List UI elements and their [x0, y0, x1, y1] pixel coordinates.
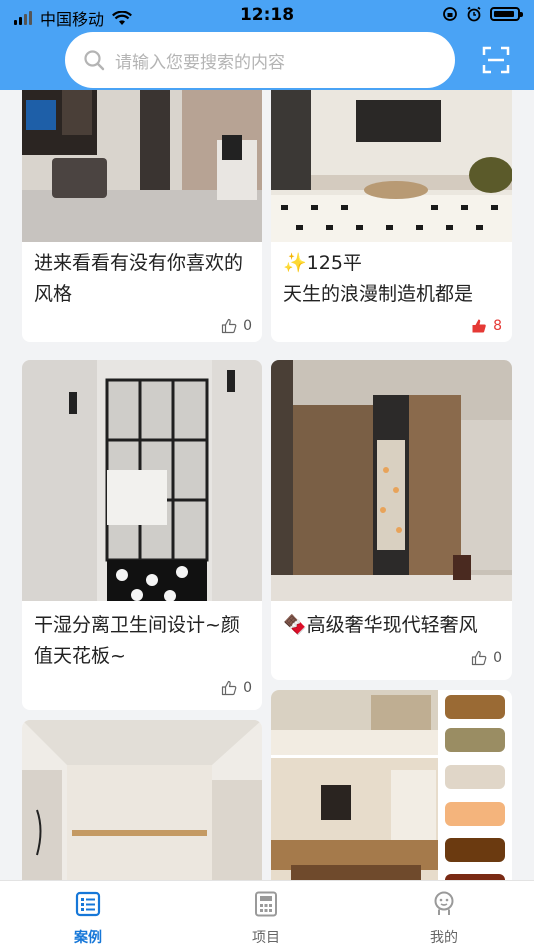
status-bar: 中国移动 12:18 [0, 0, 534, 30]
thumbs-up-icon [221, 680, 237, 696]
case-image [22, 360, 262, 601]
like-count: 0 [243, 318, 252, 334]
header: 中国移动 12:18 请输入您要搜索的内容 [0, 0, 534, 90]
search-placeholder: 请输入您要搜索的内容 [115, 52, 285, 73]
case-title: 干湿分离卫生间设计~颜值天花板~ [34, 614, 240, 667]
search-bar[interactable]: 请输入您要搜索的内容 [65, 32, 455, 88]
case-card[interactable]: 🍫高级奢华现代轻奢风 0 [271, 360, 512, 680]
tab-label: 案例 [74, 930, 102, 946]
user-icon [434, 891, 454, 915]
like-count: 8 [493, 318, 502, 334]
thumbs-up-icon [221, 318, 237, 334]
calculator-icon [255, 891, 277, 917]
color-swatch [445, 802, 505, 826]
case-image [22, 720, 262, 880]
case-title: 🍫高级奢华现代轻奢风 [283, 614, 478, 636]
case-card[interactable]: ✨125平 天生的浪漫制造机都是 8 [271, 90, 512, 342]
case-image [22, 90, 262, 242]
color-swatch [445, 838, 505, 862]
color-swatch [445, 695, 505, 719]
case-feed[interactable]: 进来看看有没有你喜欢的风格 0 ✨125平 天生的浪漫制造机都是 8 干湿分离卫… [0, 90, 534, 880]
alarm-icon [467, 6, 481, 22]
like-button[interactable]: 8 [471, 318, 502, 334]
like-button[interactable]: 0 [221, 318, 252, 334]
search-icon [84, 50, 105, 71]
case-card[interactable] [22, 720, 262, 880]
case-image [271, 90, 512, 242]
tab-label: 我的 [430, 930, 458, 946]
color-swatch [445, 765, 505, 789]
like-count: 0 [243, 680, 252, 696]
case-image [271, 360, 512, 601]
tab-mine[interactable]: 我的 [399, 891, 489, 947]
like-button[interactable]: 0 [221, 680, 252, 696]
scan-icon[interactable] [482, 46, 510, 74]
case-title: 进来看看有没有你喜欢的风格 [34, 252, 244, 305]
case-card[interactable]: 进来看看有没有你喜欢的风格 0 [22, 90, 262, 342]
case-card[interactable]: 干湿分离卫生间设计~颜值天花板~ 0 [22, 360, 262, 710]
like-button[interactable]: 0 [471, 650, 502, 666]
case-title: ✨125平 天生的浪漫制造机都是 [283, 252, 474, 305]
thumbs-up-filled-icon [472, 319, 486, 333]
tab-projects[interactable]: 项目 [221, 891, 311, 947]
list-icon [75, 891, 101, 917]
tab-label: 项目 [252, 930, 280, 946]
like-count: 0 [493, 650, 502, 666]
color-swatch [445, 728, 505, 752]
rotation-lock-icon [443, 7, 457, 21]
battery-icon [490, 7, 523, 21]
tab-cases[interactable]: 案例 [43, 891, 133, 947]
bottom-tab-bar: 案例 项目 我的 [0, 880, 534, 951]
case-card[interactable] [271, 690, 512, 880]
thumbs-up-icon [471, 650, 487, 666]
